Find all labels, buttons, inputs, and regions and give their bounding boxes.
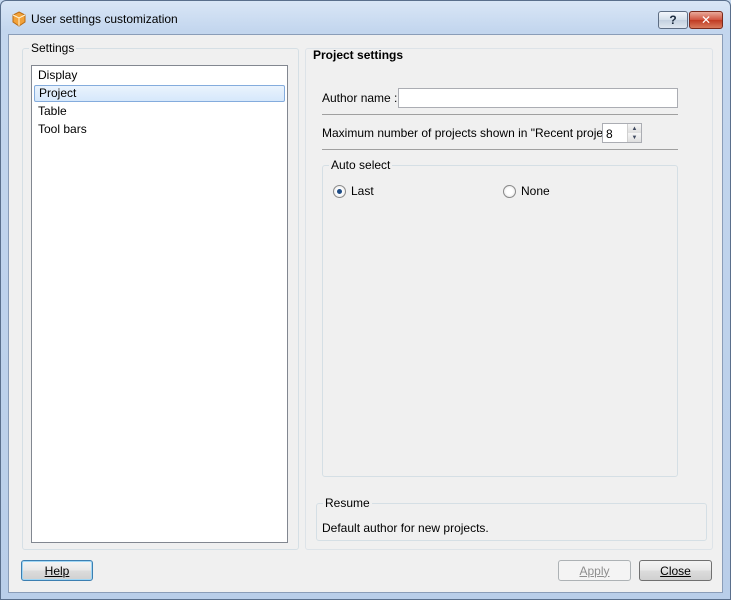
resume-group: Resume Default author for new projects. (316, 496, 707, 541)
list-item-display[interactable]: Display (34, 67, 285, 84)
auto-select-title: Auto select (329, 158, 393, 172)
spin-down-arrow-icon[interactable]: ▼ (628, 133, 641, 142)
panel-title: Project settings (313, 48, 404, 62)
settings-group: Settings Display Project Table Tool bars (22, 41, 299, 550)
close-button[interactable]: Close (639, 560, 712, 581)
radio-checked-icon[interactable] (333, 184, 346, 198)
radio-last-label: Last (351, 184, 374, 198)
radio-last[interactable]: Last (333, 184, 374, 198)
close-button-label: Close (660, 563, 691, 578)
project-settings-panel: Project settings Author name : Maximum n… (305, 48, 713, 550)
apply-button[interactable]: Apply (558, 560, 631, 581)
settings-dialog: User settings customization ? ✕ Settings… (0, 0, 731, 600)
resume-title: Resume (323, 496, 372, 510)
help-button[interactable]: Help (21, 560, 93, 581)
spin-buttons: ▲ ▼ (627, 124, 641, 142)
author-name-input[interactable] (398, 88, 678, 108)
settings-group-title: Settings (29, 41, 77, 55)
window-title: User settings customization (31, 12, 178, 26)
list-item-tool-bars[interactable]: Tool bars (34, 121, 285, 138)
radio-none[interactable]: None (503, 184, 550, 198)
author-name-label: Author name : (322, 91, 398, 105)
list-item-project[interactable]: Project (34, 85, 285, 102)
apply-button-label: Apply (579, 563, 610, 578)
radio-unchecked-icon[interactable] (503, 184, 516, 198)
spin-up-arrow-icon[interactable]: ▲ (628, 124, 641, 133)
dialog-body: Settings Display Project Table Tool bars… (8, 34, 723, 593)
separator (322, 114, 678, 115)
separator (322, 149, 678, 150)
resume-text: Default author for new projects. (322, 521, 489, 535)
auto-select-group: Auto select Last None (322, 158, 678, 477)
app-icon (12, 11, 26, 27)
title-close-button[interactable]: ✕ (689, 11, 723, 29)
list-item-table[interactable]: Table (34, 103, 285, 120)
radio-none-label: None (521, 184, 550, 198)
settings-list[interactable]: Display Project Table Tool bars (31, 65, 288, 543)
title-help-button[interactable]: ? (658, 11, 688, 29)
spinbox-value: 8 (606, 127, 613, 141)
help-button-label: Help (44, 563, 70, 578)
max-recent-projects-spinbox[interactable]: 8 ▲ ▼ (602, 123, 642, 143)
title-bar[interactable]: User settings customization ? ✕ (1, 1, 730, 35)
max-recent-projects-label: Maximum number of projects shown in "Rec… (322, 126, 626, 140)
